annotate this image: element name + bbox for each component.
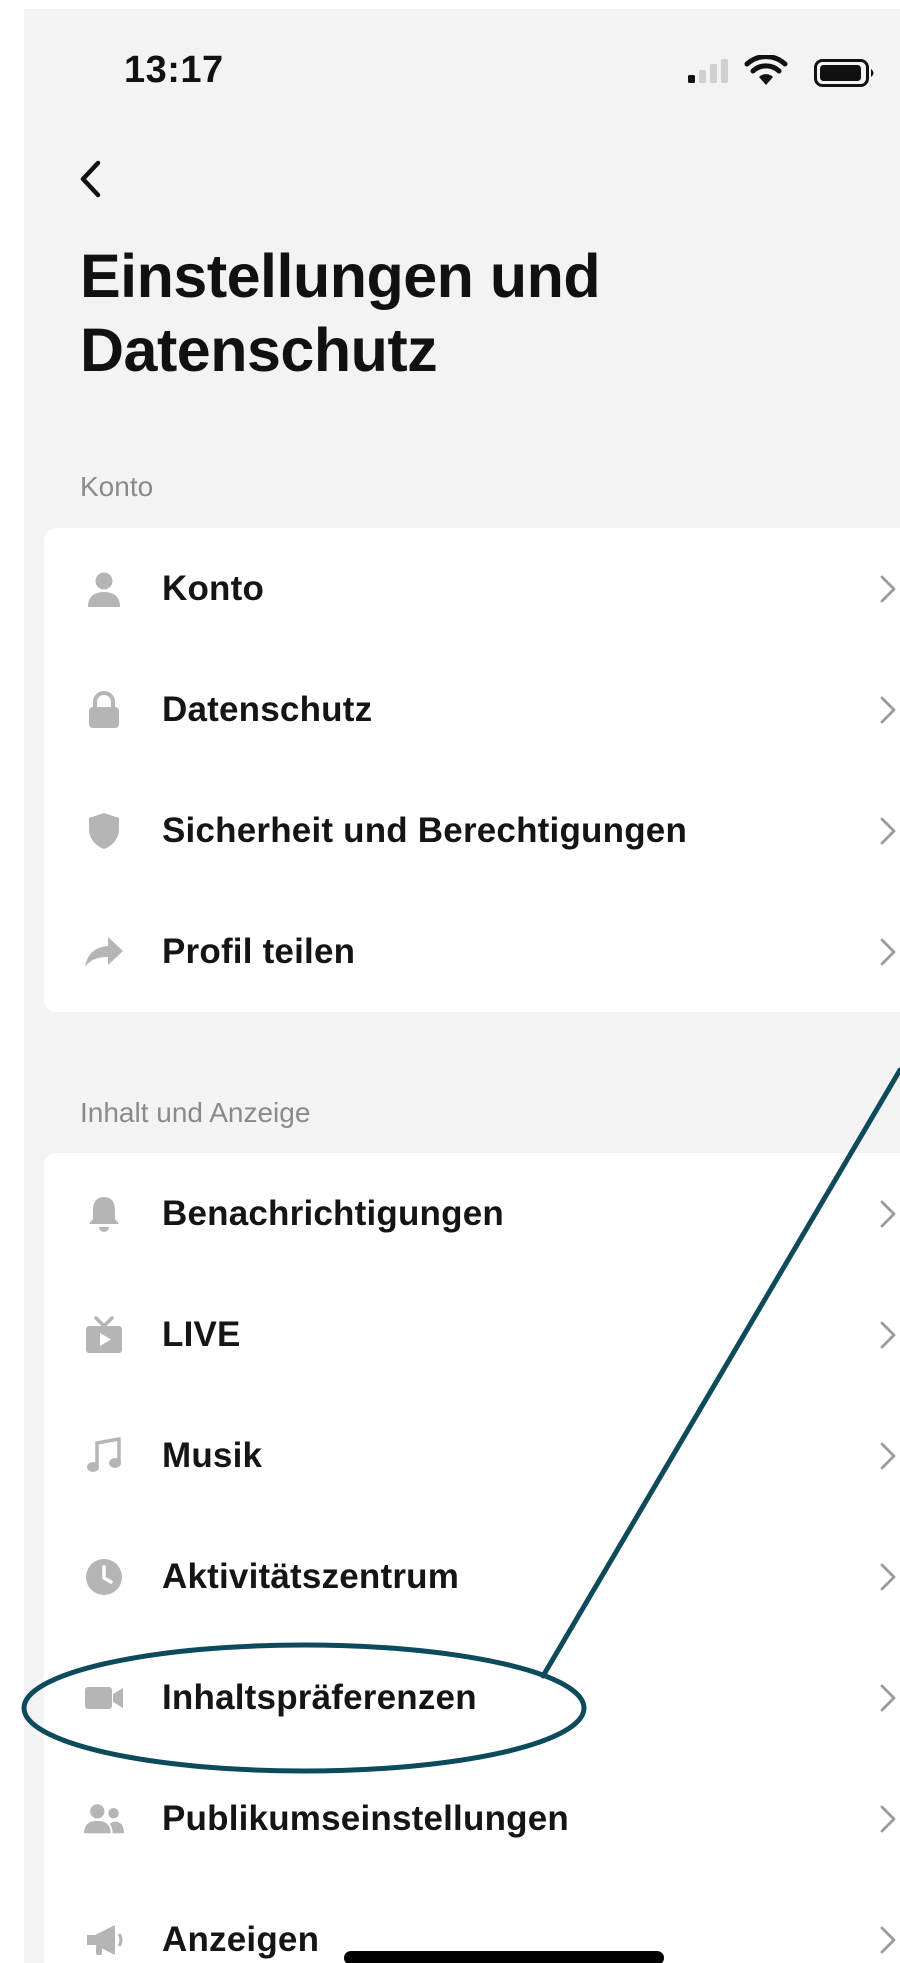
chevron-right-icon	[880, 1805, 896, 1832]
settings-item-label: LIVE	[162, 1314, 241, 1354]
settings-card-konto: Konto Datenschutz Sicherheit und Berecht…	[44, 528, 900, 1012]
chevron-right-icon	[880, 1684, 896, 1711]
chevron-right-icon	[880, 1442, 896, 1469]
settings-item-publikumseinstellungen[interactable]: Publikumseinstellungen	[44, 1758, 900, 1879]
settings-item-label: Anzeigen	[162, 1919, 320, 1959]
chevron-right-icon	[880, 575, 896, 602]
settings-item-konto[interactable]: Konto	[44, 528, 900, 649]
chevron-right-icon	[880, 696, 896, 723]
settings-item-label: Publikumseinstellungen	[162, 1798, 569, 1838]
settings-item-live[interactable]: LIVE	[44, 1274, 900, 1395]
share-arrow-icon	[84, 932, 124, 972]
video-camera-icon	[84, 1678, 124, 1718]
cellular-signal-icon	[688, 59, 728, 83]
settings-item-label: Inhaltspräferenzen	[162, 1677, 477, 1717]
person-icon	[84, 569, 124, 609]
settings-item-profil-teilen[interactable]: Profil teilen	[44, 891, 900, 1012]
status-time: 13:17	[124, 49, 224, 91]
settings-item-label: Datenschutz	[162, 689, 373, 729]
settings-item-label: Musik	[162, 1435, 263, 1475]
settings-item-label: Profil teilen	[162, 931, 356, 971]
settings-item-sicherheit[interactable]: Sicherheit und Berechtigungen	[44, 770, 900, 891]
section-label-konto: Konto	[80, 471, 154, 502]
settings-item-label: Konto	[162, 568, 265, 608]
settings-item-musik[interactable]: Musik	[44, 1395, 900, 1516]
wifi-icon	[744, 55, 788, 85]
clock-icon	[84, 1557, 124, 1597]
music-note-icon	[84, 1436, 124, 1476]
lock-icon	[84, 690, 124, 730]
settings-item-inhaltspraeferenzen[interactable]: Inhaltspräferenzen	[44, 1637, 900, 1758]
phone-screen: 13:17 Einstellungen und Datenschutz Kont…	[24, 9, 900, 1963]
settings-item-label: Benachrichtigungen	[162, 1193, 504, 1233]
section-label-inhalt-und-anzeige: Inhalt und Anzeige	[80, 1097, 311, 1128]
megaphone-icon	[84, 1920, 124, 1960]
chevron-right-icon	[880, 1926, 896, 1953]
back-button[interactable]	[60, 149, 120, 209]
settings-item-label: Aktivitätszentrum	[162, 1556, 460, 1596]
status-bar: 13:17	[24, 9, 900, 129]
chevron-left-icon	[80, 160, 101, 198]
settings-item-benachrichtigungen[interactable]: Benachrichtigungen	[44, 1153, 900, 1274]
settings-item-label: Sicherheit und Berechtigungen	[162, 810, 688, 850]
home-indicator	[344, 1951, 664, 1963]
settings-item-datenschutz[interactable]: Datenschutz	[44, 649, 900, 770]
tv-icon	[84, 1315, 124, 1355]
chevron-right-icon	[880, 1200, 896, 1227]
settings-item-aktivitaetszentrum[interactable]: Aktivitätszentrum	[44, 1516, 900, 1637]
bell-icon	[84, 1194, 124, 1234]
settings-card-inhalt-und-anzeige: Benachrichtigungen LIVE Musik Aktivitäts…	[44, 1153, 900, 1963]
shield-icon	[84, 811, 124, 851]
chevron-right-icon	[880, 817, 896, 844]
chevron-right-icon	[880, 1563, 896, 1590]
page-title: Einstellungen und Datenschutz	[80, 242, 601, 384]
chevron-right-icon	[880, 1321, 896, 1348]
audience-icon	[84, 1799, 124, 1839]
chevron-right-icon	[880, 938, 896, 965]
battery-icon	[814, 59, 874, 87]
